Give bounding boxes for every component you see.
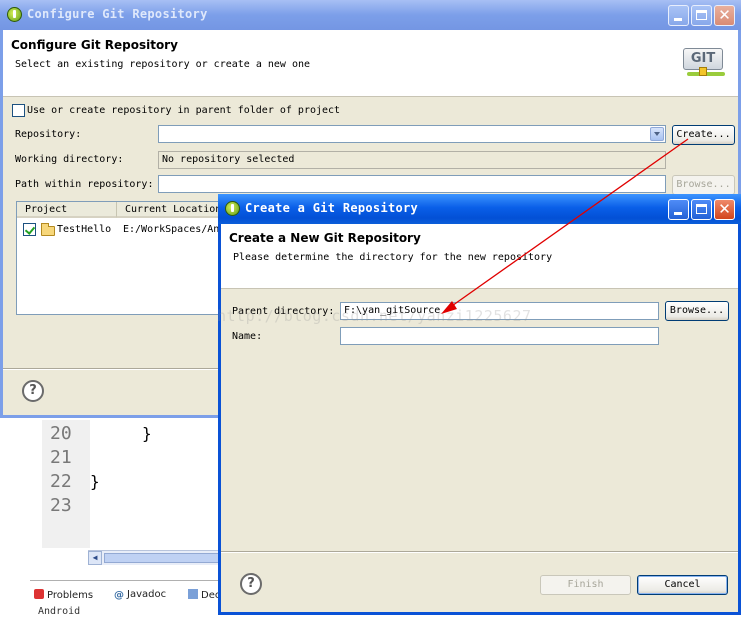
close-icon: ✕ xyxy=(718,200,731,218)
create-footer-separator xyxy=(221,551,738,553)
project-location-cell: E:/WorkSpaces/An xyxy=(123,224,220,235)
scroll-left-arrow-icon[interactable]: ◀ xyxy=(88,551,102,565)
problems-icon xyxy=(34,589,44,599)
scrollbar-thumb[interactable] xyxy=(104,553,222,563)
minimize-icon xyxy=(674,18,682,21)
close-button[interactable]: ✕ xyxy=(714,5,735,26)
cancel-button[interactable]: Cancel xyxy=(637,575,728,595)
finish-button[interactable]: Finish xyxy=(540,575,631,595)
close-icon: ✕ xyxy=(718,6,731,24)
line-number: 23 xyxy=(50,495,72,516)
tab-declaration[interactable]: Dec xyxy=(188,589,220,601)
name-input[interactable] xyxy=(340,327,659,345)
code-line[interactable]: } xyxy=(90,472,100,491)
configure-header-description: Select an existing repository or create … xyxy=(15,59,311,70)
configure-dialog-header: Configure Git Repository Select an exist… xyxy=(3,30,738,97)
create-dialog-header: Create a New Git Repository Please deter… xyxy=(221,224,738,289)
create-header-title: Create a New Git Repository xyxy=(229,231,421,245)
create-dialog-title: Create a Git Repository xyxy=(245,201,419,215)
repository-label: Repository: xyxy=(15,129,82,140)
path-within-repository-label: Path within repository: xyxy=(15,179,154,190)
repository-combo[interactable] xyxy=(158,125,666,143)
name-label: Name: xyxy=(232,331,263,342)
at-icon: @ xyxy=(114,590,124,601)
eclipse-app-icon xyxy=(7,7,22,22)
chevron-down-icon[interactable] xyxy=(650,127,664,141)
project-row-checkbox[interactable] xyxy=(23,223,36,236)
parent-directory-browse-button[interactable]: Browse... xyxy=(665,301,729,321)
use-parent-folder-label: Use or create repository in parent folde… xyxy=(27,105,341,116)
path-browse-button[interactable]: Browse... xyxy=(672,175,735,195)
help-icon[interactable]: ? xyxy=(240,573,262,595)
configure-header-title: Configure Git Repository xyxy=(11,38,178,52)
path-within-repository-input[interactable] xyxy=(158,175,666,193)
git-logo-icon: GIT xyxy=(683,48,727,80)
create-dialog-titlebar[interactable]: Create a Git Repository ✕ xyxy=(218,194,741,224)
configure-dialog-titlebar[interactable]: Configure Git Repository ✕ xyxy=(0,0,741,30)
column-header-project[interactable]: Project xyxy=(17,202,117,218)
view-content-text: Android xyxy=(38,606,81,617)
create-repository-button[interactable]: Create... xyxy=(672,125,735,145)
line-number: 20 xyxy=(50,423,72,444)
column-header-current-location[interactable]: Current Location xyxy=(117,202,225,218)
line-number: 21 xyxy=(50,447,72,468)
code-line[interactable]: } xyxy=(142,424,152,443)
watermark-text: http://blog.csdn.net/yanzi1225627 xyxy=(217,307,532,325)
minimize-button[interactable] xyxy=(668,5,689,26)
working-directory-field: No repository selected xyxy=(158,151,666,169)
maximize-icon xyxy=(696,10,707,20)
bottom-view-tabs: Problems @ Javadoc Dec Android xyxy=(30,580,230,617)
create-header-description: Please determine the directory for the n… xyxy=(233,252,553,263)
eclipse-app-icon xyxy=(225,201,240,216)
create-git-repository-dialog: Create a Git Repository ✕ Create a New G… xyxy=(218,194,741,615)
maximize-button[interactable] xyxy=(691,199,712,220)
tab-javadoc[interactable]: @ Javadoc xyxy=(114,589,166,601)
use-parent-folder-checkbox[interactable] xyxy=(12,104,25,117)
maximize-icon xyxy=(696,204,707,214)
help-icon[interactable]: ? xyxy=(22,380,44,402)
editor-horizontal-scrollbar[interactable]: ◀ xyxy=(88,550,222,565)
project-name-cell: TestHello xyxy=(57,224,112,235)
minimize-icon xyxy=(674,212,682,215)
line-number: 22 xyxy=(50,471,72,492)
working-directory-label: Working directory: xyxy=(15,154,124,165)
close-button[interactable]: ✕ xyxy=(714,199,735,220)
configure-dialog-title: Configure Git Repository xyxy=(27,7,208,21)
tab-problems[interactable]: Problems xyxy=(34,589,93,601)
minimize-button[interactable] xyxy=(668,199,689,220)
maximize-button[interactable] xyxy=(691,5,712,26)
project-folder-icon xyxy=(41,223,55,236)
declaration-icon xyxy=(188,589,198,599)
projects-table[interactable]: Project Current Location TestHello E:/Wo… xyxy=(16,201,226,315)
